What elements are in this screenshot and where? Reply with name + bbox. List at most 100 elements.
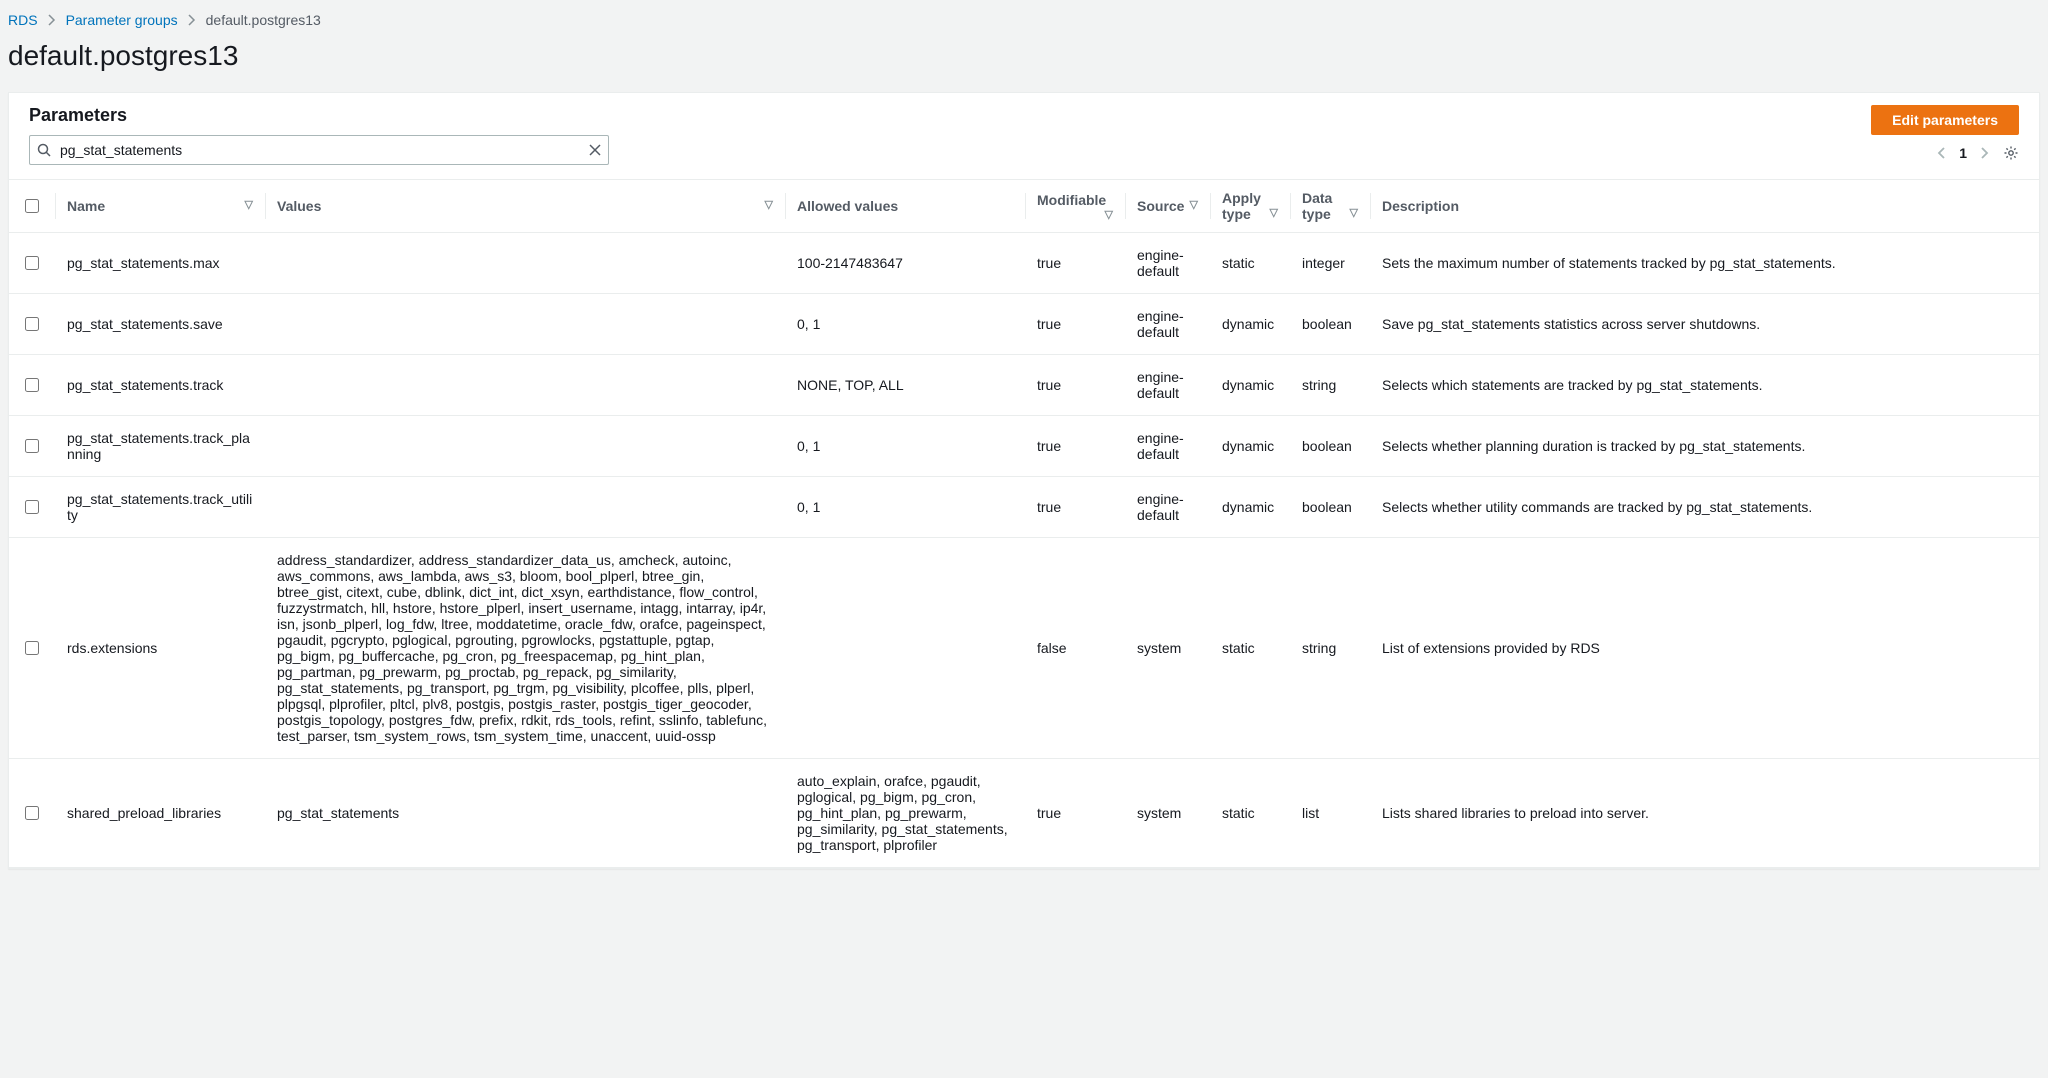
column-header-allowed: Allowed values [785,180,1025,233]
cell-source: engine-default [1125,233,1210,294]
breadcrumb-parent[interactable]: Parameter groups [66,12,178,28]
cell-values [265,416,785,477]
table-row: pg_stat_statements.max 100-2147483647true… [9,233,2039,294]
panel-title: Parameters [29,105,127,126]
cell-modifiable: false [1025,538,1125,759]
cell-name: shared_preload_libraries [55,759,265,868]
edit-parameters-button[interactable]: Edit parameters [1871,105,2019,135]
sort-icon: ▽ [245,198,253,211]
sort-icon: ▽ [1270,206,1278,219]
column-header-apply-type[interactable]: Apply type▽ [1210,180,1290,233]
cell-apply-type: static [1210,759,1290,868]
cell-values: pg_stat_statements [265,759,785,868]
cell-values [265,355,785,416]
cell-source: system [1125,759,1210,868]
cell-apply-type: dynamic [1210,416,1290,477]
cell-description: Selects whether planning duration is tra… [1370,416,2039,477]
cell-name: pg_stat_statements.track_utility [55,477,265,538]
chevron-right-icon [48,14,56,26]
cell-source: engine-default [1125,477,1210,538]
cell-name: pg_stat_statements.track_planning [55,416,265,477]
table-row: rds.extensionsaddress_standardizer, addr… [9,538,2039,759]
cell-allowed: 0, 1 [785,477,1025,538]
cell-modifiable: true [1025,477,1125,538]
column-header-name[interactable]: Name▽ [55,180,265,233]
cell-source: engine-default [1125,355,1210,416]
cell-modifiable: true [1025,294,1125,355]
cell-allowed: NONE, TOP, ALL [785,355,1025,416]
table-row: pg_stat_statements.track_utility 0, 1true… [9,477,2039,538]
gear-icon[interactable] [2003,145,2019,161]
table-row: pg_stat_statements.save 0, 1trueengine-de… [9,294,2039,355]
sort-icon: ▽ [1105,208,1113,221]
cell-description: Lists shared libraries to preload into s… [1370,759,2039,868]
select-all-checkbox[interactable] [25,199,39,213]
cell-description: Selects which statements are tracked by … [1370,355,2039,416]
row-checkbox[interactable] [25,500,39,514]
cell-allowed: 100-2147483647 [785,233,1025,294]
cell-description: Selects whether utility commands are tra… [1370,477,2039,538]
clear-icon[interactable] [589,144,601,156]
row-checkbox[interactable] [25,806,39,820]
cell-name: pg_stat_statements.max [55,233,265,294]
cell-allowed: 0, 1 [785,416,1025,477]
cell-data-type: boolean [1290,294,1370,355]
row-checkbox[interactable] [25,439,39,453]
cell-data-type: string [1290,538,1370,759]
cell-name: pg_stat_statements.save [55,294,265,355]
search-input[interactable] [29,135,609,165]
cell-description: Save pg_stat_statements statistics acros… [1370,294,2039,355]
cell-values: address_standardizer, address_standardiz… [265,538,785,759]
cell-source: engine-default [1125,294,1210,355]
cell-modifiable: true [1025,233,1125,294]
cell-apply-type: static [1210,233,1290,294]
cell-allowed: 0, 1 [785,294,1025,355]
cell-source: system [1125,538,1210,759]
cell-allowed [785,538,1025,759]
page-title: default.postgres13 [8,40,2040,72]
sort-icon: ▽ [765,198,773,211]
column-header-source[interactable]: Source▽ [1125,180,1210,233]
table-row: pg_stat_statements.track NONE, TOP, ALLtr… [9,355,2039,416]
cell-description: Sets the maximum number of statements tr… [1370,233,2039,294]
cell-data-type: boolean [1290,416,1370,477]
cell-apply-type: dynamic [1210,477,1290,538]
cell-data-type: integer [1290,233,1370,294]
parameters-panel: Parameters Edit parameters 1 [8,92,2040,869]
search-box [29,135,609,165]
page-prev-icon [1937,147,1945,159]
page-number: 1 [1959,145,1967,161]
row-checkbox[interactable] [25,641,39,655]
cell-description: List of extensions provided by RDS [1370,538,2039,759]
cell-modifiable: true [1025,355,1125,416]
cell-allowed: auto_explain, orafce, pgaudit, pglogical… [785,759,1025,868]
cell-name: pg_stat_statements.track [55,355,265,416]
column-header-description: Description [1370,180,2039,233]
cell-values [265,294,785,355]
cell-values [265,477,785,538]
breadcrumb-current: default.postgres13 [206,12,321,28]
cell-modifiable: true [1025,416,1125,477]
cell-modifiable: true [1025,759,1125,868]
cell-data-type: list [1290,759,1370,868]
chevron-right-icon [188,14,196,26]
column-header-modifiable[interactable]: Modifiable▽ [1025,180,1125,233]
cell-source: engine-default [1125,416,1210,477]
table-row: pg_stat_statements.track_planning 0, 1tru… [9,416,2039,477]
breadcrumb-root[interactable]: RDS [8,12,38,28]
sort-icon: ▽ [1190,198,1198,211]
parameters-table: Name▽ Values▽ Allowed values Modifiable▽… [9,179,2039,868]
sort-icon: ▽ [1350,206,1358,219]
row-checkbox[interactable] [25,256,39,270]
cell-apply-type: static [1210,538,1290,759]
cell-apply-type: dynamic [1210,355,1290,416]
row-checkbox[interactable] [25,378,39,392]
column-header-data-type[interactable]: Data type▽ [1290,180,1370,233]
cell-data-type: boolean [1290,477,1370,538]
cell-values [265,233,785,294]
cell-apply-type: dynamic [1210,294,1290,355]
page-next-icon [1981,147,1989,159]
breadcrumb: RDS Parameter groups default.postgres13 [8,8,2040,36]
row-checkbox[interactable] [25,317,39,331]
column-header-values[interactable]: Values▽ [265,180,785,233]
